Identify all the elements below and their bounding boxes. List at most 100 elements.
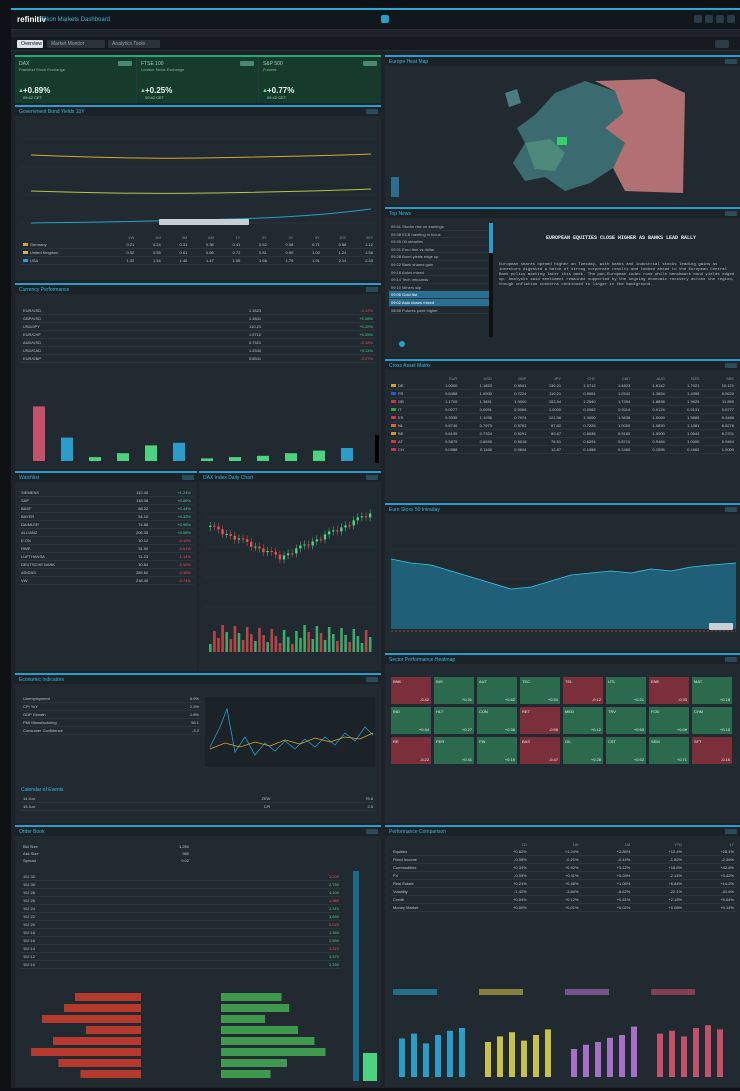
news-item[interactable]: 09:38 ECB meeting in focus <box>389 231 489 239</box>
news-item[interactable]: 08:58 Futures point higher <box>389 307 489 315</box>
table-row[interactable]: USA 1.32 1.34 1.40 1.47 1.55 1.68 1.79 1.91 2.14 2… <box>21 257 375 265</box>
table-row[interactable]: Volatility -1.42% -3.84% -8.62% -22.1% -31.6% <box>391 888 736 896</box>
heatmap-cell[interactable]: FOD +0.09 <box>649 707 689 734</box>
table-row[interactable]: 112.18 1,340 <box>21 929 341 937</box>
news-item[interactable]: 09:31 Euro firm vs dollar <box>389 246 489 254</box>
panel-menu-icon[interactable] <box>366 829 378 834</box>
heatmap-cell[interactable]: CON +0.36 <box>477 707 517 734</box>
table-row[interactable]: USD/JPY 110.21 +0.22% <box>21 323 375 331</box>
table-row[interactable]: Money Market +0.00% +0.01% +0.02% +0.08% +0.1… <box>391 904 736 912</box>
tab-market-monitor[interactable]: Market Monitor <box>47 40 105 48</box>
heatmap-cell[interactable]: BNK -0.42 <box>391 677 431 704</box>
panel-menu-icon[interactable] <box>725 507 737 512</box>
expand-icon[interactable] <box>363 61 377 66</box>
heatmap-cell[interactable]: TRV +0.63 <box>606 707 646 734</box>
table-row[interactable]: RWE 31.90 -0.61% <box>19 545 193 553</box>
scrollbar[interactable] <box>489 223 493 337</box>
heatmap-cell[interactable]: UTL +0.21 <box>606 677 646 704</box>
table-row[interactable]: VW 218.40 -0.74% <box>19 577 193 585</box>
heatmap-cell[interactable]: TEL -0.12 <box>563 677 603 704</box>
panel-menu-icon[interactable] <box>182 475 194 480</box>
table-row[interactable]: Consumer Confidence -3.2 <box>21 727 201 735</box>
menu-icon[interactable] <box>727 15 735 23</box>
tab-overview[interactable]: Overview <box>17 40 43 48</box>
settings-icon[interactable] <box>715 40 729 48</box>
panel-menu-icon[interactable] <box>366 677 378 682</box>
panel-menu-icon[interactable] <box>366 287 378 292</box>
table-row[interactable]: Fixed Income -0.08% -0.21% -0.44% -1.82% -2.3… <box>391 856 736 864</box>
scrollbar[interactable] <box>375 435 379 463</box>
heatmap-cell[interactable]: FIN +0.19 <box>477 737 517 764</box>
panel-menu-icon[interactable] <box>725 211 737 216</box>
zoom-handle[interactable] <box>709 623 733 630</box>
table-row[interactable]: GDP Growth 1.8% <box>21 711 201 719</box>
table-row[interactable]: CPI YoY 2.3% <box>21 703 201 711</box>
heatmap-cell[interactable]: ENE -0.33 <box>649 677 689 704</box>
table-row[interactable]: E.ON 10.12 -0.42% <box>19 537 193 545</box>
table-row[interactable]: NL 0.6746 0.7973 0.5762 87.82 0.7226 1.0000 1.0… <box>389 422 736 430</box>
table-row[interactable]: EUR/USD 1.1823 -0.12% <box>21 307 375 315</box>
table-row[interactable]: BAYER 54.10 +0.32% <box>19 513 193 521</box>
heatmap-cell[interactable]: OIL +0.28 <box>563 737 603 764</box>
expand-icon[interactable] <box>118 61 132 66</box>
news-item[interactable]: 09:22 Bank shares gain <box>389 261 489 269</box>
europe-map[interactable] <box>495 73 695 203</box>
table-row[interactable]: 112.14 3,110 <box>21 945 341 953</box>
panel-menu-icon[interactable] <box>725 657 737 662</box>
table-row[interactable]: EUR/CHF 1.0712 +0.05% <box>21 331 375 339</box>
news-item[interactable]: 09:35 Oil steadies <box>389 238 489 246</box>
table-row[interactable]: FX -0.05% +0.11% +0.28% -2.14% +3.42% <box>391 872 736 880</box>
table-row[interactable]: Germany 0.21 0.24 0.31 0.36 0.41 0.52 0.58 0.71 0… <box>21 241 375 249</box>
heatmap-cell[interactable]: AUT +0.82 <box>477 677 517 704</box>
table-row[interactable]: 14 Jun ZEW 79.8 <box>21 795 375 803</box>
heatmap-cell[interactable]: MAT +0.18 <box>692 677 732 704</box>
table-row[interactable]: CH 0.0988 0.1168 0.0844 12.87 0.1058 0.1465 0.1… <box>389 446 736 454</box>
table-row[interactable]: EUR/GBP 0.8541 -0.07% <box>21 355 375 363</box>
table-row[interactable]: BASF 68.22 +0.44% <box>19 505 193 513</box>
heatmap-cell[interactable]: INS +0.31 <box>434 677 474 704</box>
table-row[interactable]: Commodities +0.34% +0.92% +3.12% +18.6% +42.8… <box>391 864 736 872</box>
news-item[interactable]: 09:10 Miners slip <box>389 284 489 292</box>
kpi-card-dax[interactable]: DAX Frankfurt Stock Exchange ▲ +0.89% 09… <box>15 57 137 103</box>
heatmap-cell[interactable]: SEM +0.71 <box>649 737 689 764</box>
kpi-card-spx[interactable]: S&P 500 Futures ▲ +0.77% 09:42 CET <box>259 57 381 103</box>
news-item[interactable]: 09:41 Stocks rise on earnings <box>389 223 489 231</box>
table-row[interactable]: 112.12 4,470 <box>21 953 341 961</box>
table-row[interactable]: IT 0.0077 0.0091 0.0066 1.0000 0.0082 0.0114 0.… <box>389 406 736 414</box>
heatmap-cell[interactable]: PER +0.41 <box>434 737 474 764</box>
news-item[interactable]: 09:28 Bund yields edge up <box>389 253 489 261</box>
table-row[interactable]: SAP 118.06 +0.86% <box>19 497 193 505</box>
heatmap-cell[interactable]: TEC +0.54 <box>520 677 560 704</box>
table-row[interactable]: GB 1.1709 1.3841 1.0000 152.54 1.2540 1.7354 1.… <box>389 398 736 406</box>
table-row[interactable]: BE 0.6195 0.7324 0.5291 80.67 0.6636 0.9183 1.0… <box>389 430 736 438</box>
table-row[interactable]: DAIMLER 74.88 +0.96% <box>19 521 193 529</box>
panel-menu-icon[interactable] <box>725 59 737 64</box>
table-row[interactable]: Credit +0.04% +0.12% +0.41% +2.18% +5.64% <box>391 896 736 904</box>
table-row[interactable]: AT 0.5875 0.6945 0.5018 76.51 0.6294 0.8710 0.9… <box>389 438 736 446</box>
table-row[interactable]: 112.22 3,650 <box>21 913 341 921</box>
table-row[interactable]: DE 1.0000 1.1823 0.8541 130.21 1.0712 1.4823 1.… <box>389 382 736 390</box>
table-row[interactable]: USD/CAD 1.2542 +0.11% <box>21 347 375 355</box>
panel-menu-icon[interactable] <box>366 475 378 480</box>
page-dot[interactable] <box>399 341 405 347</box>
table-row[interactable]: AUD/USD 0.7321 -0.18% <box>21 339 375 347</box>
scrollbar-thumb[interactable] <box>489 223 493 253</box>
heatmap-cell[interactable]: SFT -0.16 <box>692 737 732 764</box>
heatmap-cell[interactable]: BAS -0.47 <box>520 737 560 764</box>
table-row[interactable]: 112.30 2,750 <box>21 881 341 889</box>
table-row[interactable]: United Kingdom 0.52 0.55 0.61 0.66 0.72 0.81 0.… <box>21 249 375 257</box>
heatmap-cell[interactable]: CST +0.52 <box>606 737 646 764</box>
heatmap-cell[interactable]: RET -0.58 <box>520 707 560 734</box>
heatmap-cell[interactable]: CHM +0.15 <box>692 707 732 734</box>
table-row[interactable]: PMI Manufacturing 58.1 <box>21 719 201 727</box>
user-icon[interactable] <box>716 15 724 23</box>
news-item[interactable]: 09:14 Tech rebounds <box>389 276 489 284</box>
table-row[interactable]: 112.26 1,980 <box>21 897 341 905</box>
table-row[interactable]: Unemployment 5.9% <box>21 695 201 703</box>
heatmap-cell[interactable]: HLT +0.27 <box>434 707 474 734</box>
table-row[interactable]: ES 0.9335 1.1036 0.7974 121.56 1.0000 1.3838 1.… <box>389 414 736 422</box>
news-item[interactable]: 09:18 Autos mixed <box>389 269 489 277</box>
tab-analytics-tools[interactable]: Analytics Tools <box>108 40 160 48</box>
table-row[interactable]: ADIDAS 289.60 -0.38% <box>19 569 193 577</box>
table-row[interactable]: 112.32 3,200 <box>21 873 341 881</box>
